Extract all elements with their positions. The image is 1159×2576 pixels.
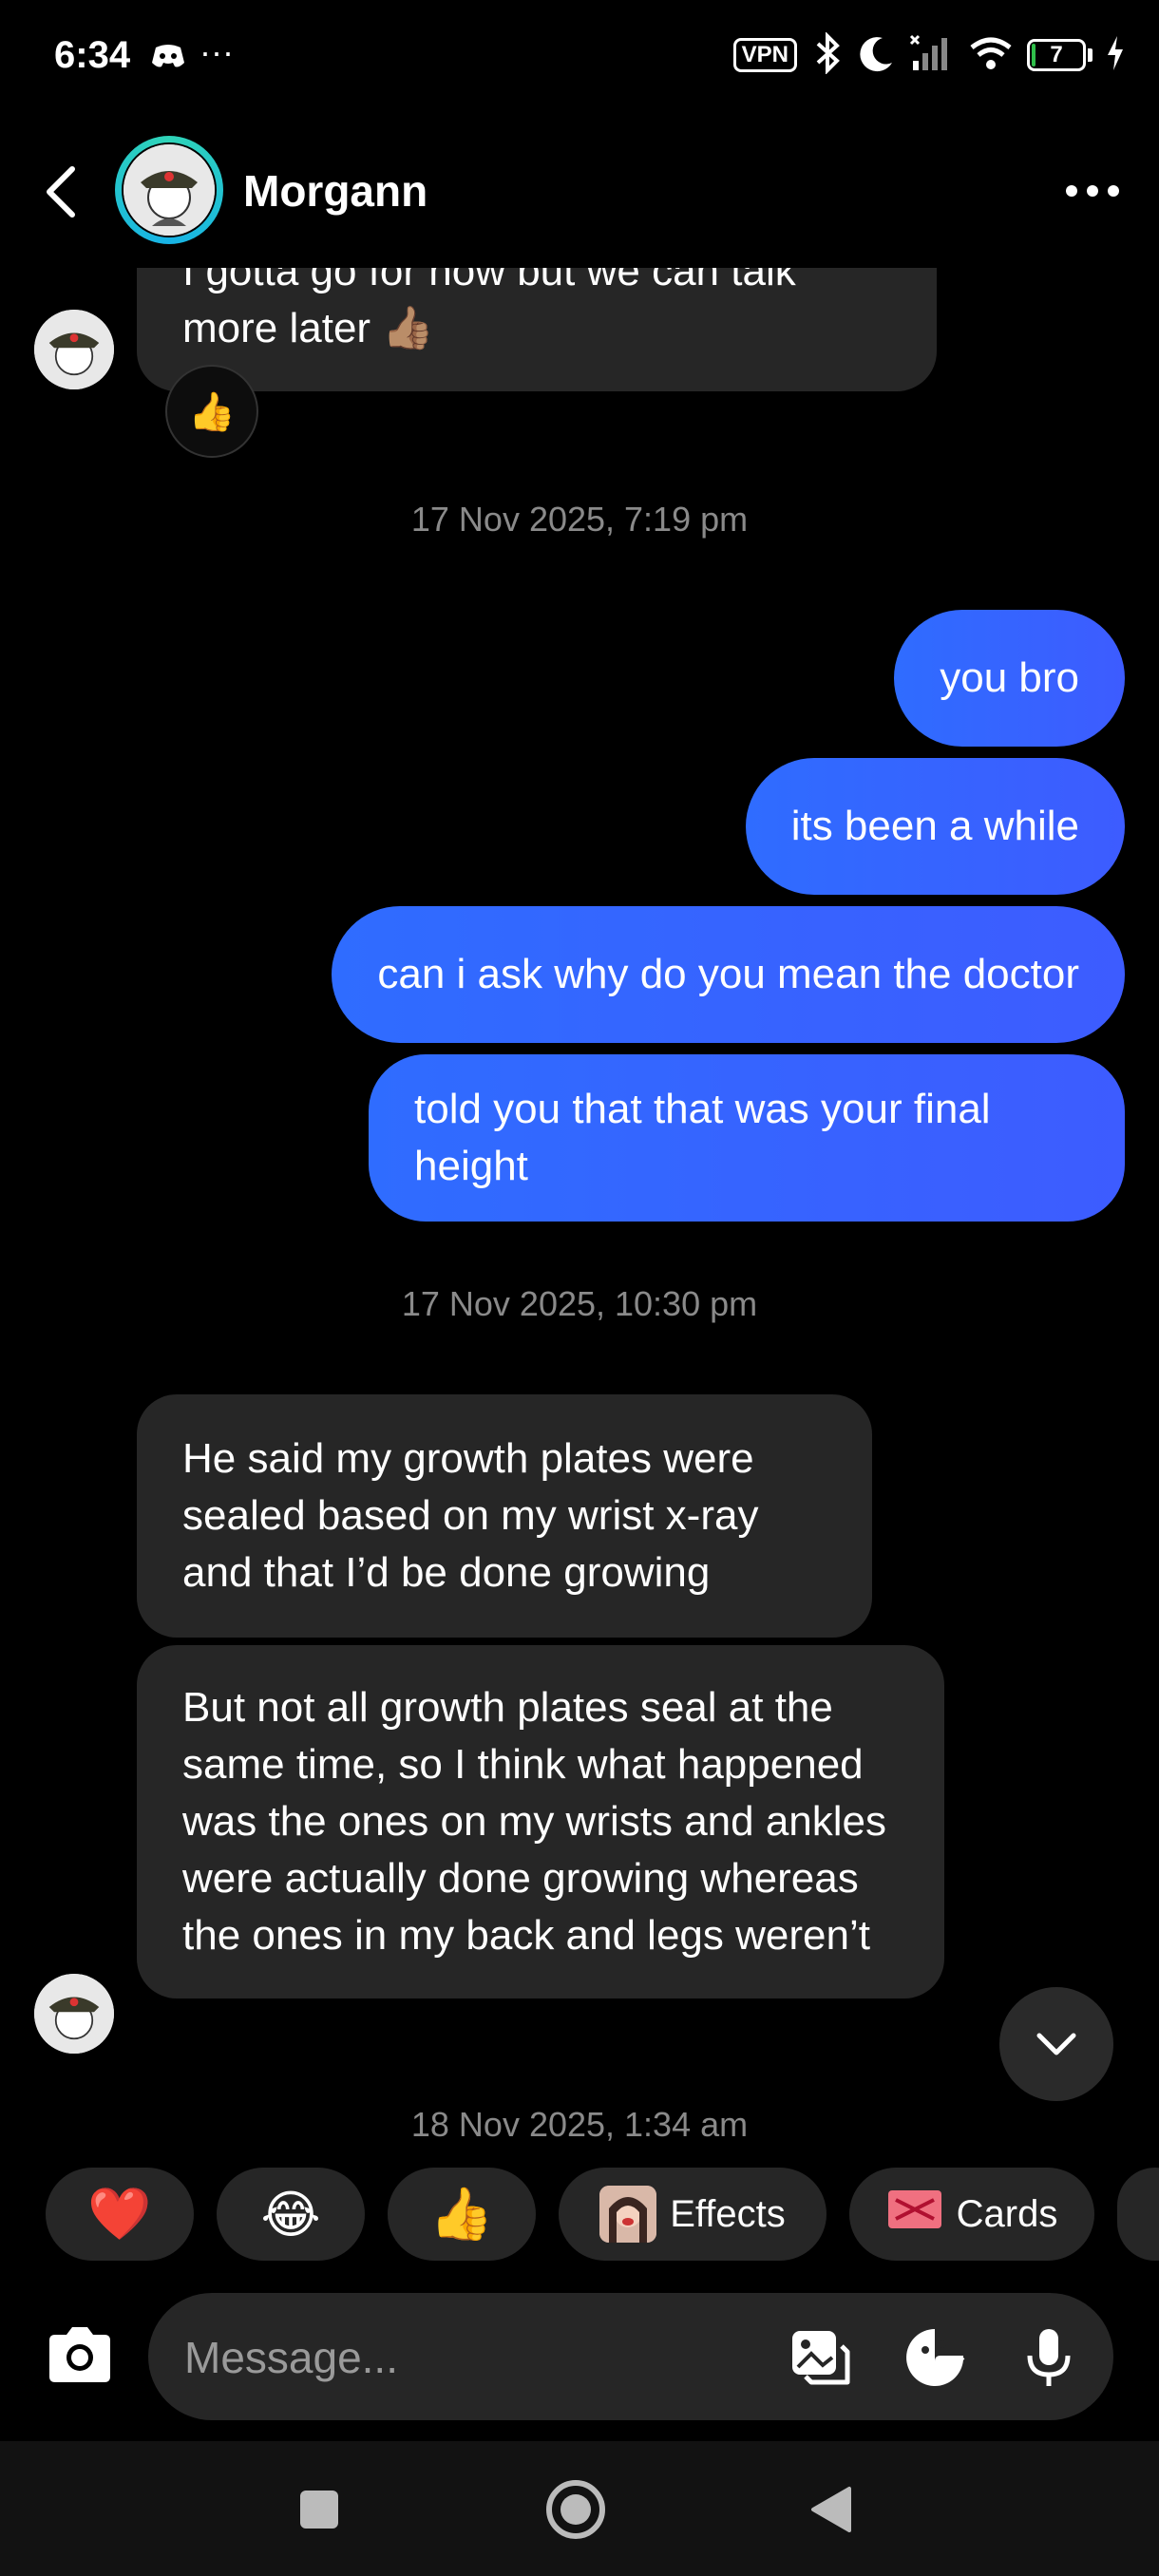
message-text: can i ask why do you mean the doctor — [377, 951, 1079, 997]
camera-icon[interactable] — [46, 2325, 114, 2384]
effects-avatar-icon — [599, 2186, 657, 2243]
message-bubble-incoming[interactable]: I gotta go for now but we can talk more … — [137, 268, 937, 391]
discord-icon — [150, 42, 186, 70]
message-composer[interactable] — [148, 2293, 1113, 2422]
quick-reaction-heart[interactable]: ❤️ — [46, 2168, 194, 2261]
message-text: its been a while — [790, 803, 1079, 849]
microphone-icon[interactable] — [1018, 2327, 1079, 2388]
quick-reaction-thumbs-up[interactable]: 👍 — [388, 2168, 536, 2261]
timestamp: 17 Nov 2025, 10:30 pm — [401, 1284, 758, 1323]
cards-label: Cards — [956, 2192, 1058, 2235]
effects-label: Effects — [670, 2192, 786, 2235]
home-circle-icon[interactable] — [542, 2475, 610, 2544]
charging-bolt-icon — [1106, 34, 1125, 77]
signal-icon — [909, 34, 955, 77]
contact-name[interactable]: Morgann — [243, 165, 428, 217]
message-bubble-incoming[interactable]: He said my growth plates were sealed bas… — [137, 1394, 872, 1638]
message-bubble-outgoing[interactable]: its been a while — [745, 758, 1125, 895]
cards-button[interactable]: Cards — [849, 2168, 1094, 2261]
status-icons: VPN 7 — [732, 30, 1125, 79]
message-text: told you that that was your final height — [414, 1086, 991, 1189]
status-time: 6:34 — [54, 34, 131, 76]
back-triangle-icon[interactable] — [804, 2481, 861, 2538]
message-text: I gotta go for now but we can talk more … — [182, 268, 796, 351]
contact-avatar-story-ring[interactable] — [115, 136, 223, 244]
more-options-icon[interactable] — [1062, 177, 1123, 205]
system-nav-bar — [0, 2441, 1159, 2576]
timestamp: 17 Nov 2025, 7:19 pm — [410, 500, 749, 539]
message-text: But not all growth plates seal at the sa… — [182, 1684, 887, 1959]
more-quick-actions-chip[interactable] — [1117, 2168, 1159, 2261]
sticker-icon[interactable] — [904, 2327, 965, 2388]
effects-button[interactable]: Effects — [559, 2168, 826, 2261]
chevron-down-icon — [1036, 2033, 1076, 2055]
battery-icon: 7 — [1027, 39, 1092, 71]
bluetooth-icon — [810, 30, 845, 79]
scroll-to-bottom-button[interactable] — [999, 1987, 1113, 2101]
status-overflow: ··· — [200, 32, 234, 71]
dnd-moon-icon — [858, 34, 896, 77]
back-arrow-icon[interactable] — [38, 163, 86, 220]
message-input[interactable] — [182, 2293, 718, 2422]
recents-square-icon[interactable] — [291, 2481, 348, 2538]
gallery-icon[interactable] — [790, 2327, 851, 2388]
message-reaction[interactable]: 👍 — [165, 365, 258, 458]
message-text: you bro — [940, 654, 1079, 701]
sender-avatar — [34, 310, 114, 389]
quick-reaction-laugh[interactable]: 😂 — [217, 2168, 365, 2261]
message-bubble-outgoing[interactable]: can i ask why do you mean the doctor — [332, 906, 1125, 1043]
battery-level: 7 — [1050, 42, 1063, 67]
message-bubble-outgoing[interactable]: told you that that was your final height — [369, 1054, 1125, 1222]
message-bubble-incoming[interactable]: But not all growth plates seal at the sa… — [137, 1645, 944, 1998]
message-text: He said my growth plates were sealed bas… — [182, 1435, 759, 1596]
wifi-icon — [968, 34, 1014, 77]
message-bubble-outgoing[interactable]: you bro — [894, 610, 1125, 747]
sender-avatar — [34, 1974, 114, 2054]
gift-card-icon — [886, 2187, 943, 2242]
vpn-badge: VPN — [732, 38, 797, 72]
timestamp: 18 Nov 2025, 1:34 am — [410, 2105, 749, 2144]
contact-avatar — [124, 144, 215, 236]
